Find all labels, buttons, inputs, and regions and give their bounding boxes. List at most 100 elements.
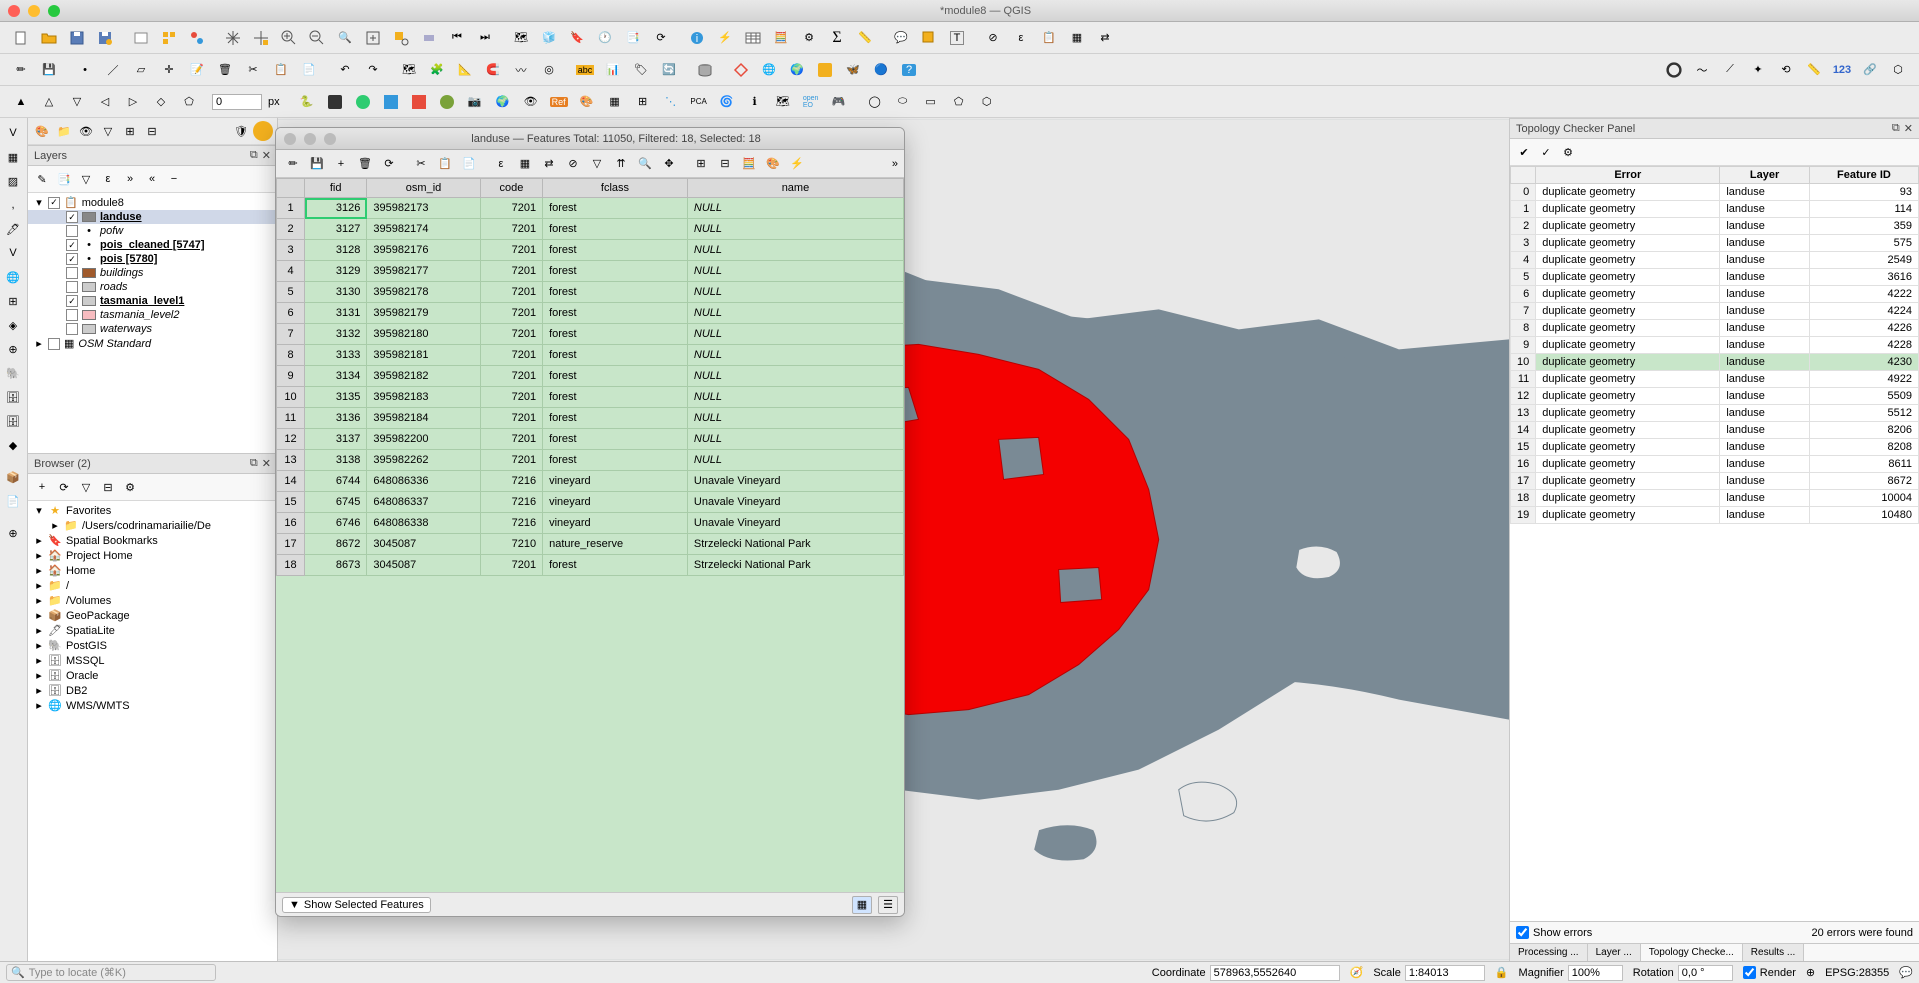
attr-actions-icon[interactable]: ⚡ [786,153,808,175]
browser-item[interactable]: ▸🐘PostGIS [28,638,277,653]
plugin-p1-icon[interactable] [322,89,348,115]
topology-row[interactable]: 12duplicate geometrylanduse5509 [1511,388,1919,405]
layers-expand-all-icon[interactable]: » [120,169,140,189]
plugin-p4-icon[interactable] [406,89,432,115]
label-icon[interactable]: abc [572,57,598,83]
mesh-icon-7[interactable]: ⬠ [176,89,202,115]
tree-layer[interactable]: •pofw [28,224,277,238]
browser-item[interactable]: ▸📁/ [28,578,277,593]
topology-undock-icon[interactable]: ⧉ [1892,122,1900,135]
crs-icon[interactable]: ⊕ [1806,966,1815,979]
layers-filter-icon[interactable]: ▽ [76,169,96,189]
plugin-openeo-icon[interactable]: openEO [798,89,824,115]
add-spatialite-icon[interactable]: 🖊 [2,218,24,240]
topology-tab[interactable]: Processing ... [1510,944,1588,961]
add-polygon-icon[interactable]: ▱ [128,57,154,83]
plugin-p14-icon[interactable]: PCA [686,89,712,115]
topology-row[interactable]: 17duplicate geometrylanduse8672 [1511,473,1919,490]
open-project-icon[interactable] [36,25,62,51]
tree-layer[interactable]: •pois [5780] [28,252,277,266]
action-icon[interactable]: ⚡ [712,25,738,51]
new-3d-view-icon[interactable]: 🧊 [536,25,562,51]
attr-edit-icon[interactable]: ✏ [282,153,304,175]
attr-more-icon[interactable]: » [892,158,898,170]
add-line-icon[interactable]: ／ [100,57,126,83]
shape-icon-7[interactable]: 🔗 [1857,57,1883,83]
add-oracle-icon[interactable]: 🗄 [2,410,24,432]
add-point-icon[interactable]: • [72,57,98,83]
browser-undock-icon[interactable]: ⧉ [250,457,258,470]
browser-tree[interactable]: ▾★Favorites▸📁/Users/codrinamariailie/De▸… [28,501,277,961]
vertex-tool-icon[interactable]: ✛ [156,57,182,83]
attr-titlebar[interactable]: landuse — Features Total: 11050, Filtere… [276,128,904,150]
attr-zoom-icon[interactable] [324,133,336,145]
snapping-icon[interactable]: 🧲 [480,57,506,83]
attr-body[interactable]: fidosm_idcodefclassname13126395982173720… [276,178,904,892]
attr-save-icon[interactable]: 💾 [306,153,328,175]
shape-r2-icon[interactable]: ⬭ [890,89,916,115]
mesh-icon-2[interactable]: △ [36,89,62,115]
shape-icon-2[interactable]: ⟋ [1717,57,1743,83]
attr-del-field-icon[interactable]: ⊟ [714,153,736,175]
plugin-p10-icon[interactable]: 🎨 [574,89,600,115]
topo-col-header[interactable]: Feature ID [1809,167,1918,184]
plugin-p12-icon[interactable]: ⊞ [630,89,656,115]
browser-item[interactable]: ▸🌐WMS/WMTS [28,698,277,713]
plugin-p2-icon[interactable] [350,89,376,115]
attr-pan-sel-icon[interactable]: ✥ [658,153,680,175]
identify-icon[interactable]: i [684,25,710,51]
layers-add-group-icon[interactable]: 📑 [54,169,74,189]
layers-style-icon[interactable]: ✎ [32,169,52,189]
topology-rules-icon[interactable]: ⚙ [1558,142,1578,162]
topology-row[interactable]: 9duplicate geometrylanduse4228 [1511,337,1919,354]
temporal-icon[interactable]: 🕐 [592,25,618,51]
shape-r1-icon[interactable]: ◯ [862,89,888,115]
locator-input[interactable]: 🔍 Type to locate (⌘K) [6,964,216,981]
browser-collapse-icon[interactable]: ⊟ [98,477,118,497]
attr-deselect-icon[interactable]: ⊘ [562,153,584,175]
attr-copy-icon[interactable]: 📋 [434,153,456,175]
table-row[interactable]: 531303959821787201forestNULL [277,282,904,303]
topology-row[interactable]: 5duplicate geometrylanduse3616 [1511,269,1919,286]
attr-close-icon[interactable] [284,133,296,145]
browser-item[interactable]: ▸🏠Project Home [28,548,277,563]
shape-icon-5[interactable]: 📏 [1801,57,1827,83]
plugin-p11-icon[interactable]: ▦ [602,89,628,115]
delete-selected-icon[interactable]: 🗑 [212,57,238,83]
browser-item[interactable]: ▾★Favorites [28,503,277,518]
table-row[interactable]: 631313959821797201forestNULL [277,303,904,324]
attr-zoom-sel-icon[interactable]: 🔍 [634,153,656,175]
shape-icon-1[interactable]: 〜 [1689,57,1715,83]
invert-selection-icon[interactable]: ⇄ [1092,25,1118,51]
browser-refresh-icon[interactable]: ⟳ [54,477,74,497]
add-csv-icon[interactable]: , [2,194,24,216]
show-errors-checkbox[interactable]: Show errors [1516,926,1592,939]
pan-selection-icon[interactable] [248,25,274,51]
attr-filter-icon[interactable]: ▽ [586,153,608,175]
show-errors-input[interactable] [1516,926,1529,939]
fill-ring-icon[interactable]: ◎ [536,57,562,83]
plugin-p7-icon[interactable]: 🌍 [490,89,516,115]
table-row[interactable]: 931343959821827201forestNULL [277,366,904,387]
plugin-p16-icon[interactable]: ℹ [742,89,768,115]
new-gpkg-icon[interactable]: 📦 [2,466,24,488]
georef-icon[interactable]: 🗺 [396,57,422,83]
table-row[interactable]: 1467446480863367216vineyardUnavale Viney… [277,471,904,492]
tree-layer[interactable]: tasmania_level1 [28,294,277,308]
attr-field-calc-icon[interactable]: 🧮 [738,153,760,175]
browser-item[interactable]: ▸🗄MSSQL [28,653,277,668]
render-checkbox[interactable]: Render [1743,966,1796,979]
magnifier-input[interactable] [1568,965,1623,981]
cut-features-icon[interactable]: ✂ [240,57,266,83]
table-row[interactable]: 18867330450877201forestStrzelecki Nation… [277,555,904,576]
zoom-native-icon[interactable]: 🔍 [332,25,358,51]
plugin-icon-4[interactable] [812,57,838,83]
pan-icon[interactable] [220,25,246,51]
table-row[interactable]: 831333959821817201forestNULL [277,345,904,366]
plugin-p8-icon[interactable]: 👁 [518,89,544,115]
zoom-next-icon[interactable]: ⏭ [472,25,498,51]
field-calc-icon[interactable]: 🧮 [768,25,794,51]
attr-col-header[interactable]: osm_id [367,179,480,198]
topology-row[interactable]: 19duplicate geometrylanduse10480 [1511,507,1919,524]
save-edits-icon[interactable]: 💾 [36,57,62,83]
